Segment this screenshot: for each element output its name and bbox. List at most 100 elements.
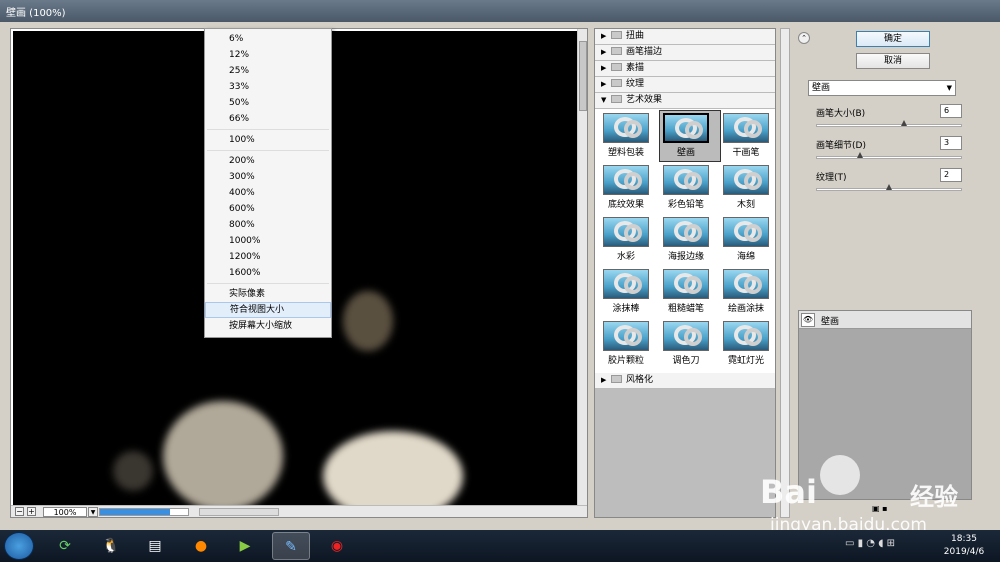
filter-category-expanded[interactable]: ▼ 艺术效果 [595,93,775,109]
cancel-button[interactable]: 取消 [856,53,930,69]
filter-thumbnail[interactable]: 绘画涂抹 [720,267,780,317]
filter-thumbnail[interactable]: 水彩 [600,215,660,265]
filter-select[interactable]: 壁画 ▼ [808,80,956,96]
zoom-menu-item[interactable]: 1000% [205,233,331,249]
filter-category[interactable]: ▶ 风格化 [595,373,775,389]
zoom-menu-item[interactable]: 400% [205,185,331,201]
param-slider-knob[interactable] [886,184,892,190]
preview-vertical-scrollbar[interactable] [577,29,587,505]
zoom-menu-item[interactable]: 66% [205,111,331,127]
zoom-menu-item[interactable]: 300% [205,169,331,185]
zoom-menu-item[interactable]: 33% [205,79,331,95]
zoom-menu-item[interactable]: 符合视图大小 [205,302,331,318]
windows-start-icon[interactable] [4,532,34,560]
category-label: 画笔描边 [626,47,663,57]
clock[interactable]: 18:35 2019/4/6 [938,533,990,559]
zoom-in-button[interactable]: + [27,507,36,516]
zoom-menu-item[interactable]: 25% [205,63,331,79]
filter-preview-image [663,217,709,247]
file-explorer-icon[interactable]: ▤ [136,532,174,560]
filter-thumbnail[interactable]: 底纹效果 [600,163,660,213]
zoom-menu-item[interactable]: 100% [205,132,331,148]
param-slider-knob[interactable] [900,120,907,126]
filter-category[interactable]: ▶ 扭曲 [595,29,775,45]
folder-icon [611,375,622,383]
category-label: 扭曲 [626,31,645,41]
filter-label: 水彩 [616,252,635,262]
param-value-input[interactable]: 6 [940,104,962,118]
paw-logo-icon [820,455,860,495]
photoshop-icon[interactable]: ✎ [272,532,310,560]
zoom-dropdown-icon[interactable]: ▼ [88,507,98,517]
zoom-menu-item[interactable]: 1200% [205,249,331,265]
folder-icon [611,95,622,103]
ring-graphic [684,276,702,294]
preview-blob [343,291,393,351]
filter-thumbnail[interactable]: 塑料包装 [600,111,660,161]
filter-preview-image [603,165,649,195]
filter-preview-image [603,217,649,247]
filter-list-scrollbar[interactable] [780,28,790,518]
filter-thumbnail[interactable]: 彩色铅笔 [660,163,720,213]
zoom-menu-item[interactable]: 实际像素 [205,286,331,302]
filter-label: 霓虹灯光 [727,356,764,366]
category-label: 风格化 [626,375,654,385]
filter-preview-image [663,269,709,299]
layer-name: 壁画 [821,317,840,327]
video-player-icon[interactable]: ▶ [226,532,264,560]
param-slider-knob[interactable] [856,152,863,158]
ring-graphic [744,172,762,190]
filter-thumbnail[interactable]: 涂抹棒 [600,267,660,317]
tray-icons[interactable]: ▭ ▮ ◔ ◖ ⊞ [845,538,895,549]
param-value-input[interactable]: 3 [940,136,962,150]
zoom-menu-item[interactable]: 1600% [205,265,331,281]
filter-thumbnail[interactable]: 干画笔 [720,111,780,161]
filter-thumbnail[interactable]: 壁画 [659,110,721,162]
filter-category[interactable]: ▶ 画笔描边 [595,45,775,61]
window-title: 壁画 (100%) [0,0,1000,22]
param-slider-track[interactable] [816,124,962,127]
firefox-icon[interactable]: ● [182,532,220,560]
zoom-menu-item[interactable]: 6% [205,31,331,47]
filter-thumbnail[interactable]: 调色刀 [660,319,720,369]
filter-thumbnail[interactable]: 海报边缘 [660,215,720,265]
zoom-out-button[interactable]: − [15,507,24,516]
filter-preview-image [663,165,709,195]
filter-thumbnail[interactable]: 海绵 [720,215,780,265]
scroll-thumb[interactable] [579,41,587,111]
filter-category[interactable]: ▶ 纹理 [595,77,775,93]
eye-icon[interactable]: 👁 [801,313,815,327]
param-slider-track[interactable] [816,156,962,159]
filter-thumbnail[interactable]: 粗糙蜡笔 [660,267,720,317]
zoom-menu-item[interactable]: 800% [205,217,331,233]
refresh-app-icon[interactable]: ⟳ [46,532,84,560]
zoom-menu-item[interactable]: 12% [205,47,331,63]
effect-layer-row[interactable]: 👁 壁画 [799,311,971,329]
filter-preview-image [603,269,649,299]
filter-preview-image [723,113,769,143]
clock-date: 2019/4/6 [943,547,985,557]
filter-list: ▶ 扭曲 ▶ 画笔描边 ▶ 素描 ▶ 纹理 ▼ 艺术效果 塑料包装 壁画 干画笔 底纹效果 彩色铅笔 木刻 水彩… [594,28,776,518]
filter-thumbnail[interactable]: 胶片颗粒 [600,319,660,369]
chevron-up-icon[interactable]: ⌃ [798,32,810,44]
zoom-menu-item[interactable]: 按屏幕大小缩放 [205,318,331,334]
ring-graphic [624,276,642,294]
zoom-menu-item[interactable]: 600% [205,201,331,217]
record-icon[interactable]: ◉ [318,532,356,560]
filter-label: 底纹效果 [607,200,644,210]
filter-label: 彩色铅笔 [667,200,704,210]
qq-icon[interactable]: 🐧 [92,532,130,560]
param-value-input[interactable]: 2 [940,168,962,182]
filter-preview-image [723,321,769,351]
filter-thumbnail[interactable]: 霓虹灯光 [720,319,780,369]
zoom-value[interactable]: 100% [43,507,87,517]
filter-thumbnail[interactable]: 木刻 [720,163,780,213]
ring-graphic [744,224,762,242]
ok-button[interactable]: 确定 [856,31,930,47]
filter-param: 画笔细节(D) 3 [814,136,964,168]
chevron-right-icon: ▶ [601,48,607,56]
preview-horizontal-scrollbar[interactable] [199,508,279,516]
zoom-menu-item[interactable]: 50% [205,95,331,111]
filter-category[interactable]: ▶ 素描 [595,61,775,77]
zoom-menu-item[interactable]: 200% [205,153,331,169]
